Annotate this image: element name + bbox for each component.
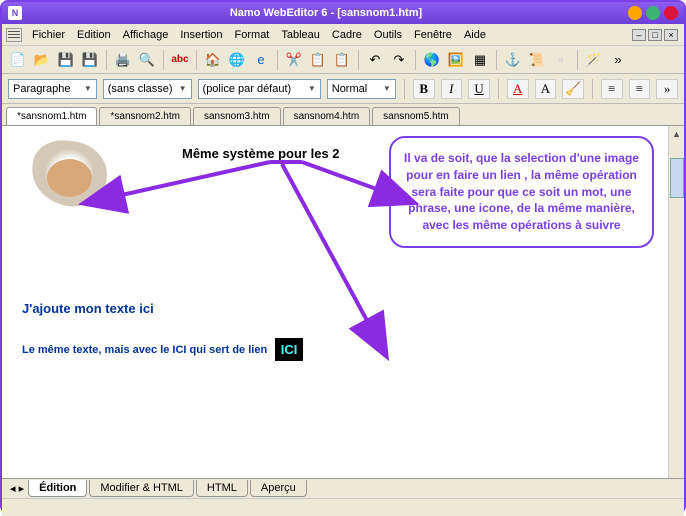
view-edition[interactable]: Édition [28, 480, 87, 497]
mdi-close[interactable]: × [664, 29, 678, 41]
tab-2[interactable]: *sansnom2.htm [99, 107, 190, 125]
editor-canvas[interactable]: Même système pour les 2 Il va de soit, q… [2, 126, 684, 478]
script-icon[interactable]: 📜 [527, 50, 547, 70]
view-html[interactable]: HTML [196, 480, 248, 497]
menu-tableau[interactable]: Tableau [275, 27, 326, 43]
font-combo[interactable]: (police par défaut)▼ [198, 79, 321, 99]
mdi-controls: – □ × [632, 29, 680, 41]
object-icon[interactable]: ▫️ [551, 50, 571, 70]
save-all-icon[interactable]: 💾 [80, 50, 100, 70]
copy-icon[interactable]: 📋 [308, 50, 328, 70]
anchor-icon[interactable]: ⚓ [503, 50, 523, 70]
more-button[interactable]: » [656, 79, 678, 99]
menu-edition[interactable]: Edition [71, 27, 117, 43]
doc-heading[interactable]: Même système pour les 2 [182, 146, 340, 161]
tab-4[interactable]: sansnom4.htm [283, 107, 371, 125]
vertical-scrollbar[interactable]: ▲ [668, 126, 684, 478]
align-center-button[interactable]: ≡ [629, 79, 651, 99]
annotation-callout: Il va de soit, que la selection d'une im… [389, 136, 654, 248]
toolbar-main: 📄 📂 💾 💾 🖨️ 🔍 abc 🏠 🌐 e ✂️ 📋 📋 ↶ ↷ 🌎 🖼️ ▦… [2, 46, 684, 74]
close-button[interactable] [664, 6, 678, 20]
menu-affichage[interactable]: Affichage [117, 27, 175, 43]
menu-insertion[interactable]: Insertion [174, 27, 228, 43]
minimize-button[interactable] [628, 6, 642, 20]
options-icon[interactable]: » [608, 50, 628, 70]
clear-format-button[interactable]: 🧹 [562, 79, 584, 99]
font-color-button[interactable]: A [507, 79, 529, 99]
preview-icon[interactable]: 🔍 [137, 50, 157, 70]
mdi-minimize[interactable]: – [632, 29, 646, 41]
menubar: Fichier Edition Affichage Insertion Form… [2, 24, 684, 46]
site-icon[interactable]: 🏠 [203, 50, 223, 70]
doc-text-2[interactable]: Le même texte, mais avec le ICI qui sert… [22, 338, 303, 361]
new-icon[interactable]: 📄 [8, 50, 28, 70]
tab-1[interactable]: *sansnom1.htm [6, 107, 97, 125]
spellcheck-icon[interactable]: abc [170, 50, 190, 70]
table-icon[interactable]: ▦ [470, 50, 490, 70]
view-modifier-html[interactable]: Modifier & HTML [89, 480, 194, 497]
open-icon[interactable]: 📂 [32, 50, 52, 70]
menu-cadre[interactable]: Cadre [326, 27, 368, 43]
menu-outils[interactable]: Outils [368, 27, 408, 43]
class-combo[interactable]: (sans classe)▼ [103, 79, 192, 99]
paragraph-combo[interactable]: Paragraphe▼ [8, 79, 97, 99]
view-apercu[interactable]: Aperçu [250, 480, 307, 497]
highlight-button[interactable]: A [535, 79, 557, 99]
titlebar: N Namo WebEditor 6 - [sansnom1.htm] [2, 2, 684, 24]
maximize-button[interactable] [646, 6, 660, 20]
doc-text-1[interactable]: J'ajoute mon texte ici [22, 301, 154, 316]
mdi-restore[interactable]: □ [648, 29, 662, 41]
undo-icon[interactable]: ↶ [365, 50, 385, 70]
redo-icon[interactable]: ↷ [389, 50, 409, 70]
publish-icon[interactable]: 🌐 [227, 50, 247, 70]
window-title: Namo WebEditor 6 - [sansnom1.htm] [28, 7, 624, 19]
print-icon[interactable]: 🖨️ [113, 50, 133, 70]
sample-image[interactable] [32, 141, 107, 206]
toolbar-format: Paragraphe▼ (sans classe)▼ (police par d… [2, 74, 684, 104]
image-icon[interactable]: 🖼️ [446, 50, 466, 70]
scroll-up-icon[interactable]: ▲ [669, 126, 684, 142]
menu-fenetre[interactable]: Fenêtre [408, 27, 458, 43]
wizard-icon[interactable]: 🪄 [584, 50, 604, 70]
cut-icon[interactable]: ✂️ [284, 50, 304, 70]
menu-fichier[interactable]: Fichier [26, 27, 71, 43]
align-left-button[interactable]: ≡ [601, 79, 623, 99]
status-bar [2, 498, 684, 516]
document-tabs: *sansnom1.htm *sansnom2.htm sansnom3.htm… [2, 104, 684, 126]
view-tabs: ◂ ▸ Édition Modifier & HTML HTML Aperçu [2, 478, 684, 498]
bold-button[interactable]: B [413, 79, 435, 99]
app-icon: N [8, 6, 22, 20]
italic-button[interactable]: I [441, 79, 463, 99]
size-combo[interactable]: Normal▼ [327, 79, 396, 99]
paste-icon[interactable]: 📋 [332, 50, 352, 70]
save-icon[interactable]: 💾 [56, 50, 76, 70]
tab-5[interactable]: sansnom5.htm [372, 107, 460, 125]
tab-3[interactable]: sansnom3.htm [193, 107, 281, 125]
menu-aide[interactable]: Aide [458, 27, 492, 43]
browser-icon[interactable]: e [251, 50, 271, 70]
scroll-thumb[interactable] [670, 158, 684, 198]
link-highlight[interactable]: ICI [275, 338, 304, 361]
control-menu-icon[interactable] [6, 28, 22, 42]
menu-format[interactable]: Format [229, 27, 276, 43]
underline-button[interactable]: U [468, 79, 490, 99]
link-icon[interactable]: 🌎 [422, 50, 442, 70]
